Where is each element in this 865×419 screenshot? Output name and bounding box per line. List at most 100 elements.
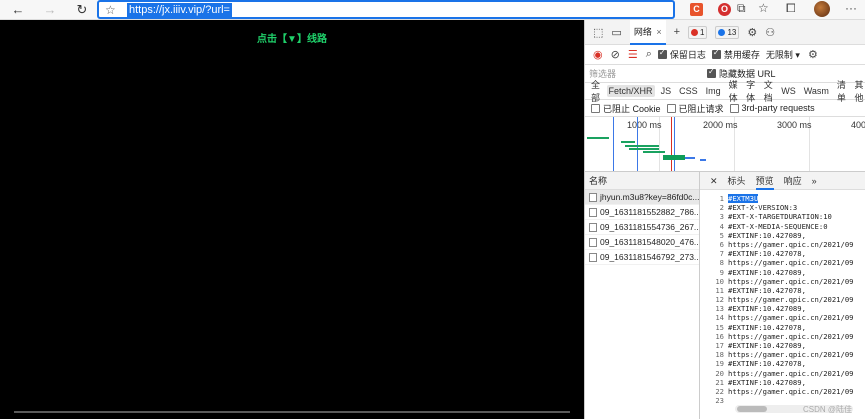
preserve-log-checkbox[interactable]: 保留日志	[657, 48, 706, 61]
url-text[interactable]: https://jx.iiiv.vip/?url=	[127, 2, 232, 17]
favorite-star-icon[interactable]: ☆	[105, 3, 116, 17]
line-text: https://gamer.qpic.cn/2021/09	[728, 276, 854, 286]
more-tabs-icon[interactable]: »	[812, 172, 817, 190]
add-tab-icon[interactable]: +	[674, 26, 680, 38]
request-row[interactable]: 09_1631181548020_476...	[585, 235, 699, 250]
timeline-bar	[700, 159, 706, 161]
tab-headers[interactable]: 标头	[728, 172, 746, 190]
type-wasm[interactable]: Wasm	[802, 85, 831, 97]
error-icon	[691, 28, 699, 36]
line-text: #EXT-X-VERSION:3	[728, 203, 798, 213]
request-row[interactable]: 09_1631181546792_273...	[585, 250, 699, 265]
line-text: #EXT-X-MEDIA-SEQUENCE:0	[728, 221, 828, 231]
favorites-icon[interactable]: ☆	[758, 1, 769, 15]
request-row[interactable]: 09_1631181552882_786...	[585, 205, 699, 220]
search-icon[interactable]: ⌕	[646, 48, 652, 61]
type-fetch-xhr[interactable]: Fetch/XHR	[606, 85, 655, 97]
line-number: 6	[719, 239, 724, 249]
clear-icon[interactable]: ⊘	[611, 48, 620, 61]
resource-type-filters: 全部 Fetch/XHR JS CSS Img 媒体 字体 文档 WS Wasm…	[585, 80, 865, 103]
type-css[interactable]: CSS	[677, 85, 700, 97]
preview-line: 20 https://gamer.qpic.cn/2021/09	[700, 369, 865, 378]
watermark: CSDN @陆佳	[803, 405, 853, 414]
type-ws[interactable]: WS	[779, 85, 798, 97]
close-tab-icon[interactable]: ×	[654, 27, 661, 37]
device-toolbar-icon[interactable]: ▭	[611, 26, 621, 39]
timeline-bar	[587, 137, 609, 139]
request-list-header[interactable]: 名称	[585, 172, 699, 190]
blocked-requests-label: 已阻止请求	[678, 103, 724, 114]
response-preview[interactable]: 1 #EXTM3U 2 #EXT-X-VERSION:3 3 #EXT-X-TARGETD…	[700, 194, 865, 419]
blocked-cookies-checkbox[interactable]: 已阻止 Cookie	[591, 102, 661, 115]
third-party-checkbox[interactable]: 3rd-party requests	[729, 103, 815, 113]
file-icon	[589, 207, 597, 217]
filter-icon[interactable]: ☰	[628, 48, 638, 61]
blocked-requests-checkbox[interactable]: 已阻止请求	[666, 102, 724, 115]
preview-line: 19 #EXTINF:10.427078,	[700, 359, 865, 368]
checkbox-icon	[666, 103, 676, 113]
preview-line: 22 https://gamer.qpic.cn/2021/09	[700, 387, 865, 396]
type-js[interactable]: JS	[659, 85, 674, 97]
collections-icon[interactable]: ⧠	[786, 1, 796, 16]
line-text: #EXTINF:10.427089,	[728, 341, 806, 350]
extension-opera-icon[interactable]: O	[718, 3, 731, 16]
line-number: 9	[719, 267, 724, 277]
extension-c-icon[interactable]: C	[690, 3, 703, 16]
messages-badge[interactable]: 13	[715, 25, 740, 39]
preview-line: 3 #EXT-X-TARGETDURATION:10	[700, 212, 865, 221]
address-bar[interactable]: ☆ https://jx.iiiv.vip/?url=	[97, 0, 675, 19]
timeline-label: 2000 ms	[703, 120, 738, 130]
file-icon	[589, 252, 597, 262]
timeline-marker-blue	[613, 117, 614, 171]
inspect-element-icon[interactable]: ⬚	[593, 26, 603, 39]
preview-line: 14 https://gamer.qpic.cn/2021/09	[700, 313, 865, 322]
request-list: 名称 jhyun.m3u8?key=86fd0c... 09_163118155…	[585, 172, 700, 419]
block-filter-row: 已阻止 Cookie 已阻止请求 3rd-party requests	[585, 100, 865, 117]
tab-network[interactable]: 网络 ×	[629, 19, 666, 45]
errors-badge[interactable]: 1	[688, 25, 708, 39]
preview-line: 8 https://gamer.qpic.cn/2021/09	[700, 258, 865, 267]
video-player[interactable]: 点击【▼】线路	[0, 20, 584, 419]
request-name: jhyun.m3u8?key=86fd0c...	[600, 192, 699, 202]
refresh-button[interactable]: ↻	[70, 0, 94, 20]
line-number: 12	[715, 295, 724, 305]
preview-line: 6 https://gamer.qpic.cn/2021/09	[700, 240, 865, 249]
line-text: #EXTM3U	[728, 194, 759, 204]
filter-input[interactable]: 筛选器	[589, 67, 701, 81]
line-text: #EXTINF:10.427089,	[728, 304, 806, 314]
extensions-icon[interactable]: ⧉	[737, 1, 746, 16]
timeline-bar	[625, 145, 659, 147]
messages-count: 13	[727, 27, 737, 37]
line-number: 10	[715, 276, 724, 286]
settings-gear-icon[interactable]: ⚙	[747, 26, 757, 39]
forward-button[interactable]: →	[38, 0, 62, 20]
close-detail-icon[interactable]: ✕	[710, 172, 718, 190]
line-text: #EXTINF:10.427089,	[728, 377, 806, 387]
preview-line: 16 https://gamer.qpic.cn/2021/09	[700, 332, 865, 341]
scrollbar-thumb[interactable]	[737, 406, 767, 412]
timeline-label: 4000	[851, 120, 865, 130]
message-icon	[718, 28, 726, 36]
type-img[interactable]: Img	[704, 85, 723, 97]
timeline-bar	[643, 151, 665, 153]
back-button[interactable]: ←	[6, 0, 30, 20]
record-icon[interactable]: ◉	[593, 48, 603, 61]
preview-line: 11 #EXTINF:10.427078,	[700, 286, 865, 295]
throttle-select[interactable]: 无限制 ▾	[766, 48, 800, 61]
line-select-prompt[interactable]: 点击【▼】线路	[0, 30, 584, 45]
video-progress-bar[interactable]	[14, 411, 570, 413]
devtools-panel: ⬚ ▭ 网络 × + 1 13 ⚙ ⚇ ◉ ⊘ ☰ ⌕ 保留日志 禁用缓存 无限…	[584, 19, 865, 419]
disable-cache-checkbox[interactable]: 禁用缓存	[711, 48, 760, 61]
line-number: 16	[715, 331, 724, 341]
request-row[interactable]: jhyun.m3u8?key=86fd0c...	[585, 190, 699, 205]
network-settings-icon[interactable]: ⚙	[808, 48, 818, 61]
tab-preview[interactable]: 预览	[755, 172, 774, 190]
tab-response[interactable]: 响应	[784, 172, 802, 190]
profile-avatar[interactable]	[814, 1, 830, 17]
preview-line: 21 #EXTINF:10.427089,	[700, 378, 865, 387]
more-menu-icon[interactable]: ···	[845, 1, 857, 15]
customize-icon[interactable]: ⚇	[765, 26, 775, 39]
request-row[interactable]: 09_1631181554736_267...	[585, 220, 699, 235]
line-text: https://gamer.qpic.cn/2021/09	[728, 258, 854, 268]
network-timeline-overview[interactable]: 1000 ms 2000 ms 3000 ms 4000	[585, 117, 865, 172]
